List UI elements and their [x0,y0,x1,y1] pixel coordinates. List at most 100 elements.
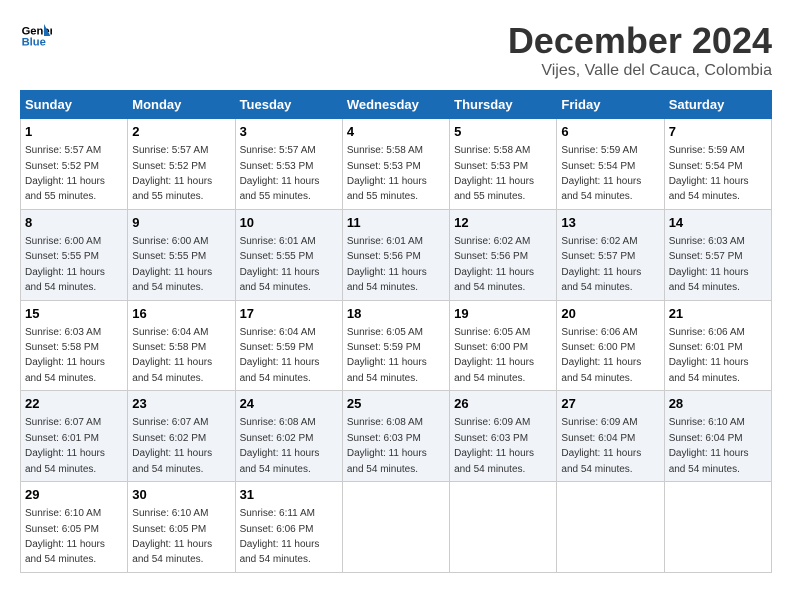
cell-daylight: Daylight: 11 hours and 54 minutes. [669,267,749,293]
calendar-cell: 19Sunrise: 6:05 AMSunset: 6:00 PMDayligh… [450,300,557,391]
day-number: 17 [240,305,338,323]
cell-sunset: Sunset: 6:01 PM [669,342,743,353]
cell-daylight: Daylight: 11 hours and 54 minutes. [240,357,320,383]
weekday-header: Monday [128,91,235,119]
weekday-header-row: SundayMondayTuesdayWednesdayThursdayFrid… [21,91,772,119]
cell-sunset: Sunset: 6:00 PM [454,342,528,353]
calendar-week-row: 8Sunrise: 6:00 AMSunset: 5:55 PMDaylight… [21,209,772,300]
cell-sunrise: Sunrise: 6:03 AM [669,236,745,247]
calendar-cell: 15Sunrise: 6:03 AMSunset: 5:58 PMDayligh… [21,300,128,391]
cell-sunrise: Sunrise: 6:04 AM [240,327,316,338]
cell-sunset: Sunset: 6:06 PM [240,524,314,535]
cell-sunset: Sunset: 6:05 PM [132,524,206,535]
cell-sunrise: Sunrise: 6:06 AM [561,327,637,338]
calendar-cell: 20Sunrise: 6:06 AMSunset: 6:00 PMDayligh… [557,300,664,391]
cell-daylight: Daylight: 11 hours and 54 minutes. [347,357,427,383]
calendar-cell: 12Sunrise: 6:02 AMSunset: 5:56 PMDayligh… [450,209,557,300]
cell-sunrise: Sunrise: 6:02 AM [561,236,637,247]
cell-sunset: Sunset: 6:04 PM [669,433,743,444]
cell-daylight: Daylight: 11 hours and 54 minutes. [132,448,212,474]
cell-daylight: Daylight: 11 hours and 54 minutes. [561,357,641,383]
cell-sunset: Sunset: 5:58 PM [132,342,206,353]
weekday-header: Tuesday [235,91,342,119]
cell-daylight: Daylight: 11 hours and 54 minutes. [132,267,212,293]
cell-sunset: Sunset: 6:03 PM [454,433,528,444]
calendar-cell: 5Sunrise: 5:58 AMSunset: 5:53 PMDaylight… [450,119,557,210]
calendar-cell: 22Sunrise: 6:07 AMSunset: 6:01 PMDayligh… [21,391,128,482]
calendar-week-row: 15Sunrise: 6:03 AMSunset: 5:58 PMDayligh… [21,300,772,391]
cell-daylight: Daylight: 11 hours and 54 minutes. [669,448,749,474]
logo: General Blue [20,20,52,52]
cell-daylight: Daylight: 11 hours and 54 minutes. [454,357,534,383]
header: General Blue December 2024 Vijes, Valle … [20,20,772,80]
cell-sunrise: Sunrise: 6:05 AM [454,327,530,338]
cell-daylight: Daylight: 11 hours and 55 minutes. [347,176,427,202]
cell-sunset: Sunset: 5:59 PM [240,342,314,353]
day-number: 14 [669,214,767,232]
cell-sunrise: Sunrise: 6:07 AM [132,417,208,428]
weekday-header: Thursday [450,91,557,119]
day-number: 25 [347,395,445,413]
cell-sunset: Sunset: 5:56 PM [347,251,421,262]
cell-sunset: Sunset: 5:57 PM [669,251,743,262]
cell-daylight: Daylight: 11 hours and 55 minutes. [132,176,212,202]
day-number: 3 [240,123,338,141]
calendar-cell: 2Sunrise: 5:57 AMSunset: 5:52 PMDaylight… [128,119,235,210]
calendar-cell: 8Sunrise: 6:00 AMSunset: 5:55 PMDaylight… [21,209,128,300]
cell-sunrise: Sunrise: 5:57 AM [132,145,208,156]
day-number: 10 [240,214,338,232]
cell-sunset: Sunset: 5:54 PM [561,161,635,172]
subtitle: Vijes, Valle del Cauca, Colombia [508,62,772,80]
calendar-cell: 21Sunrise: 6:06 AMSunset: 6:01 PMDayligh… [664,300,771,391]
cell-sunset: Sunset: 6:01 PM [25,433,99,444]
empty-cell [342,482,449,573]
weekday-header: Saturday [664,91,771,119]
calendar-cell: 27Sunrise: 6:09 AMSunset: 6:04 PMDayligh… [557,391,664,482]
cell-sunset: Sunset: 5:57 PM [561,251,635,262]
cell-daylight: Daylight: 11 hours and 54 minutes. [561,448,641,474]
cell-sunrise: Sunrise: 6:01 AM [240,236,316,247]
cell-daylight: Daylight: 11 hours and 54 minutes. [454,267,534,293]
calendar-cell: 17 Sunrise: 6:04 AM Sunset: 5:59 PM Dayligh… [235,300,342,391]
day-number: 12 [454,214,552,232]
cell-daylight: Daylight: 11 hours and 54 minutes. [240,448,320,474]
calendar-cell: 14 Sunrise: 6:03 AM Sunset: 5:57 PM Dayligh… [664,209,771,300]
cell-sunset: Sunset: 5:52 PM [25,161,99,172]
calendar-cell: 7Sunrise: 5:59 AMSunset: 5:54 PMDaylight… [664,119,771,210]
cell-sunset: Sunset: 6:03 PM [347,433,421,444]
cell-sunset: Sunset: 5:53 PM [240,161,314,172]
cell-daylight: Daylight: 11 hours and 54 minutes. [132,539,212,565]
cell-sunrise: Sunrise: 5:59 AM [561,145,637,156]
cell-sunset: Sunset: 6:04 PM [561,433,635,444]
main-title: December 2024 [508,20,772,62]
calendar-cell: 4Sunrise: 5:58 AMSunset: 5:53 PMDaylight… [342,119,449,210]
cell-daylight: Daylight: 11 hours and 54 minutes. [561,267,641,293]
calendar-cell: 9Sunrise: 6:00 AMSunset: 5:55 PMDaylight… [128,209,235,300]
cell-sunrise: Sunrise: 6:00 AM [132,236,208,247]
day-number: 6 [561,123,659,141]
cell-sunrise: Sunrise: 5:57 AM [240,145,316,156]
weekday-header: Wednesday [342,91,449,119]
calendar-cell: 23Sunrise: 6:07 AMSunset: 6:02 PMDayligh… [128,391,235,482]
calendar-cell: 30Sunrise: 6:10 AMSunset: 6:05 PMDayligh… [128,482,235,573]
cell-sunset: Sunset: 5:55 PM [240,251,314,262]
calendar-cell: 13Sunrise: 6:02 AMSunset: 5:57 PMDayligh… [557,209,664,300]
calendar-cell: 10Sunrise: 6:01 AMSunset: 5:55 PMDayligh… [235,209,342,300]
cell-sunrise: Sunrise: 6:08 AM [240,417,316,428]
cell-sunrise: Sunrise: 6:10 AM [669,417,745,428]
empty-cell [557,482,664,573]
day-number: 28 [669,395,767,413]
calendar-cell: 26Sunrise: 6:09 AMSunset: 6:03 PMDayligh… [450,391,557,482]
day-number: 20 [561,305,659,323]
cell-daylight: Daylight: 11 hours and 54 minutes. [669,357,749,383]
cell-sunset: Sunset: 5:55 PM [132,251,206,262]
calendar-week-row: 22Sunrise: 6:07 AMSunset: 6:01 PMDayligh… [21,391,772,482]
cell-daylight: Daylight: 11 hours and 54 minutes. [347,267,427,293]
calendar-week-row: 29Sunrise: 6:10 AMSunset: 6:05 PMDayligh… [21,482,772,573]
day-number: 27 [561,395,659,413]
day-number: 24 [240,395,338,413]
cell-sunset: Sunset: 5:59 PM [347,342,421,353]
cell-daylight: Daylight: 11 hours and 54 minutes. [25,539,105,565]
calendar-cell: 24Sunrise: 6:08 AMSunset: 6:02 PMDayligh… [235,391,342,482]
calendar-cell: 25Sunrise: 6:08 AMSunset: 6:03 PMDayligh… [342,391,449,482]
